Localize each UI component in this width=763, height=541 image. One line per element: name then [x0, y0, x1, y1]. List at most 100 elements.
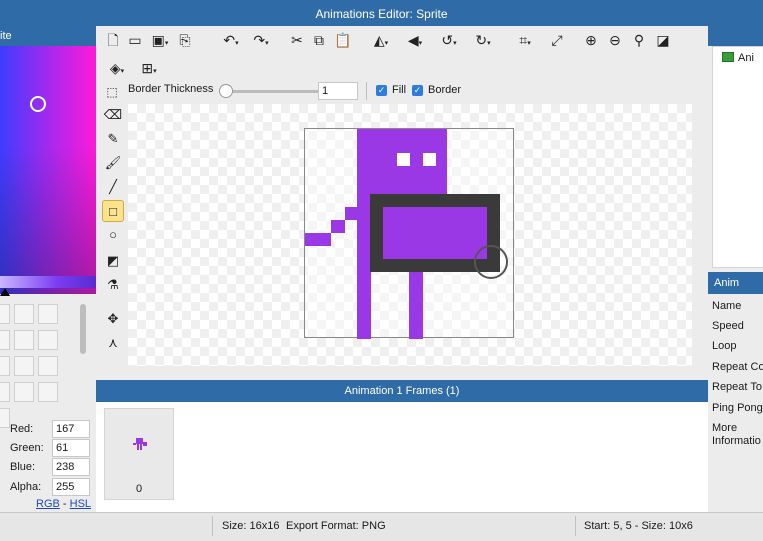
transform-tool-icon[interactable]: ⋏: [102, 332, 124, 354]
drawing-canvas[interactable]: [128, 104, 692, 366]
color-picker-handle[interactable]: [30, 96, 46, 112]
save-icon[interactable]: ▣▾: [148, 30, 172, 50]
ellipse-tool-icon[interactable]: ○: [102, 224, 124, 246]
new-file-icon[interactable]: 🗋: [104, 30, 122, 50]
property-repeat-to: Repeat To: [712, 381, 762, 393]
swatch[interactable]: [14, 330, 34, 350]
drawn-rectangle-fill: [383, 207, 487, 259]
export-icon[interactable]: ⎘: [176, 30, 194, 50]
hue-slider[interactable]: [0, 276, 96, 296]
hue-slider-handle[interactable]: [0, 288, 10, 296]
animations-panel-header: [708, 26, 763, 46]
main-toolbar: 🗋 ▭ ▣▾ ⎘ ↶▾ ↷▾ ✂ ⧉ 📋 ◭▾ ◀▾ ↺▾ ↻▾ ⌗▾ ⤢ ⊕ …: [96, 26, 708, 54]
sprite-canvas[interactable]: [304, 128, 514, 339]
property-more: More: [712, 422, 738, 434]
property-repeat-count: Repeat Co: [712, 361, 763, 373]
tool-palette: ⌫ ✎ 🖌 ╱ □ ○ ◩ ⚗ ✥ ⋏: [96, 104, 128, 380]
swatch-scrollbar[interactable]: [80, 304, 86, 354]
check-icon: ✓: [412, 85, 423, 96]
brush-tool-icon[interactable]: 🖌: [102, 152, 124, 174]
blue-field[interactable]: 238: [52, 458, 90, 476]
fill-bucket-tool-icon[interactable]: ◩: [102, 250, 124, 272]
rotate-right-icon[interactable]: ↻▾: [470, 30, 496, 50]
alpha-field[interactable]: 255: [52, 478, 90, 496]
alpha-label: Alpha:: [10, 481, 42, 493]
sprite-eye-left: [397, 153, 410, 166]
status-export-format: Export Format: PNG: [286, 520, 386, 532]
blue-label: Blue:: [10, 461, 36, 473]
swatch[interactable]: [14, 304, 34, 324]
swatch[interactable]: [0, 330, 10, 350]
border-label: Border: [428, 84, 462, 96]
grid-icon[interactable]: ⊞▾: [136, 58, 162, 78]
border-thickness-slider-handle[interactable]: [219, 84, 233, 98]
frame-preview-icon: [133, 438, 147, 450]
shape-options-bar: ⬚ Border Thickness 1 ✓ Fill ✓ Border: [96, 78, 708, 104]
sprite-leg-left: [357, 255, 371, 339]
crop-icon[interactable]: ⌗▾: [512, 30, 538, 50]
swatch[interactable]: [38, 356, 58, 376]
border-checkbox[interactable]: ✓: [412, 84, 423, 96]
status-separator: [575, 516, 576, 536]
border-thickness-input[interactable]: 1: [318, 82, 358, 100]
animation-icon: [722, 52, 734, 62]
mode-separator: -: [62, 498, 67, 510]
color-mode-switch: RGB - HSL: [36, 498, 91, 510]
swatch[interactable]: [0, 304, 10, 324]
copy-icon[interactable]: ⧉: [310, 30, 328, 50]
undo-icon[interactable]: ↶▾: [218, 30, 244, 50]
rotate-left-icon[interactable]: ↺▾: [436, 30, 462, 50]
rectangle-tool-icon[interactable]: □: [102, 200, 124, 222]
swatch[interactable]: [0, 356, 10, 376]
line-tool-icon[interactable]: ╱: [102, 176, 124, 198]
cut-icon[interactable]: ✂: [288, 30, 306, 50]
move-tool-icon[interactable]: ✥: [102, 308, 124, 330]
border-thickness-slider[interactable]: [226, 90, 321, 93]
paste-icon[interactable]: 📋: [334, 30, 352, 50]
swatch[interactable]: [38, 304, 58, 324]
frame-thumbnail[interactable]: 0: [104, 408, 174, 500]
green-field[interactable]: 61: [52, 439, 90, 457]
open-folder-icon[interactable]: ▭: [126, 30, 144, 50]
zoom-out-icon[interactable]: ⊖: [606, 30, 624, 50]
property-loop: Loop: [712, 340, 737, 352]
sprite-arm: [331, 220, 345, 233]
layer-toolbar: ◈▾ ⊞▾: [96, 54, 708, 78]
swatch[interactable]: [38, 382, 58, 402]
properties-header: Anim: [708, 272, 763, 294]
fill-checkbox[interactable]: ✓: [376, 84, 387, 96]
frames-panel: Animation 1 Frames (1) 0: [96, 380, 708, 512]
hsl-mode-link[interactable]: HSL: [70, 498, 91, 510]
status-bar: Size: 16x16 Export Format: PNG Start: 5,…: [0, 512, 763, 541]
zoom-in-icon[interactable]: ⊕: [582, 30, 600, 50]
rgb-mode-link[interactable]: RGB: [36, 498, 60, 510]
animation-list-item[interactable]: Ani: [722, 52, 763, 70]
pencil-tool-icon[interactable]: ✎: [102, 128, 124, 150]
zoom-fit-icon[interactable]: ⚲: [630, 30, 648, 50]
redo-icon[interactable]: ↷▾: [248, 30, 274, 50]
swatch[interactable]: [14, 356, 34, 376]
color-field[interactable]: [0, 46, 96, 294]
toolbar-separator: [366, 82, 367, 100]
eraser-tool-icon[interactable]: ⌫: [102, 104, 124, 126]
resize-icon[interactable]: ⤢: [548, 30, 566, 50]
swatch[interactable]: [14, 382, 34, 402]
flip-horizontal-icon[interactable]: ◭▾: [368, 30, 394, 50]
cursor-icon: [474, 245, 508, 279]
status-selection: Start: 5, 5 - Size: 10x6: [584, 520, 693, 532]
border-thickness-label: Border Thickness: [128, 83, 214, 95]
eyedropper-tool-icon[interactable]: ⚗: [102, 274, 124, 296]
swatch[interactable]: [0, 408, 10, 428]
red-field[interactable]: 167: [52, 420, 90, 438]
swatch[interactable]: [0, 382, 10, 402]
title-bar: Animations Editor: Sprite: [0, 0, 763, 26]
status-size: Size: 16x16: [222, 520, 280, 532]
swatch[interactable]: [38, 330, 58, 350]
invert-icon[interactable]: ◪: [654, 30, 672, 50]
property-name: Name: [712, 300, 742, 312]
check-icon: ✓: [376, 85, 387, 96]
flip-vertical-icon[interactable]: ◀▾: [402, 30, 428, 50]
sprite-arm: [305, 233, 331, 246]
layers-icon[interactable]: ◈▾: [104, 58, 130, 78]
color-panel: ite Red: 167 Green: 61 Blue: 238 Alpha: …: [0, 26, 96, 512]
